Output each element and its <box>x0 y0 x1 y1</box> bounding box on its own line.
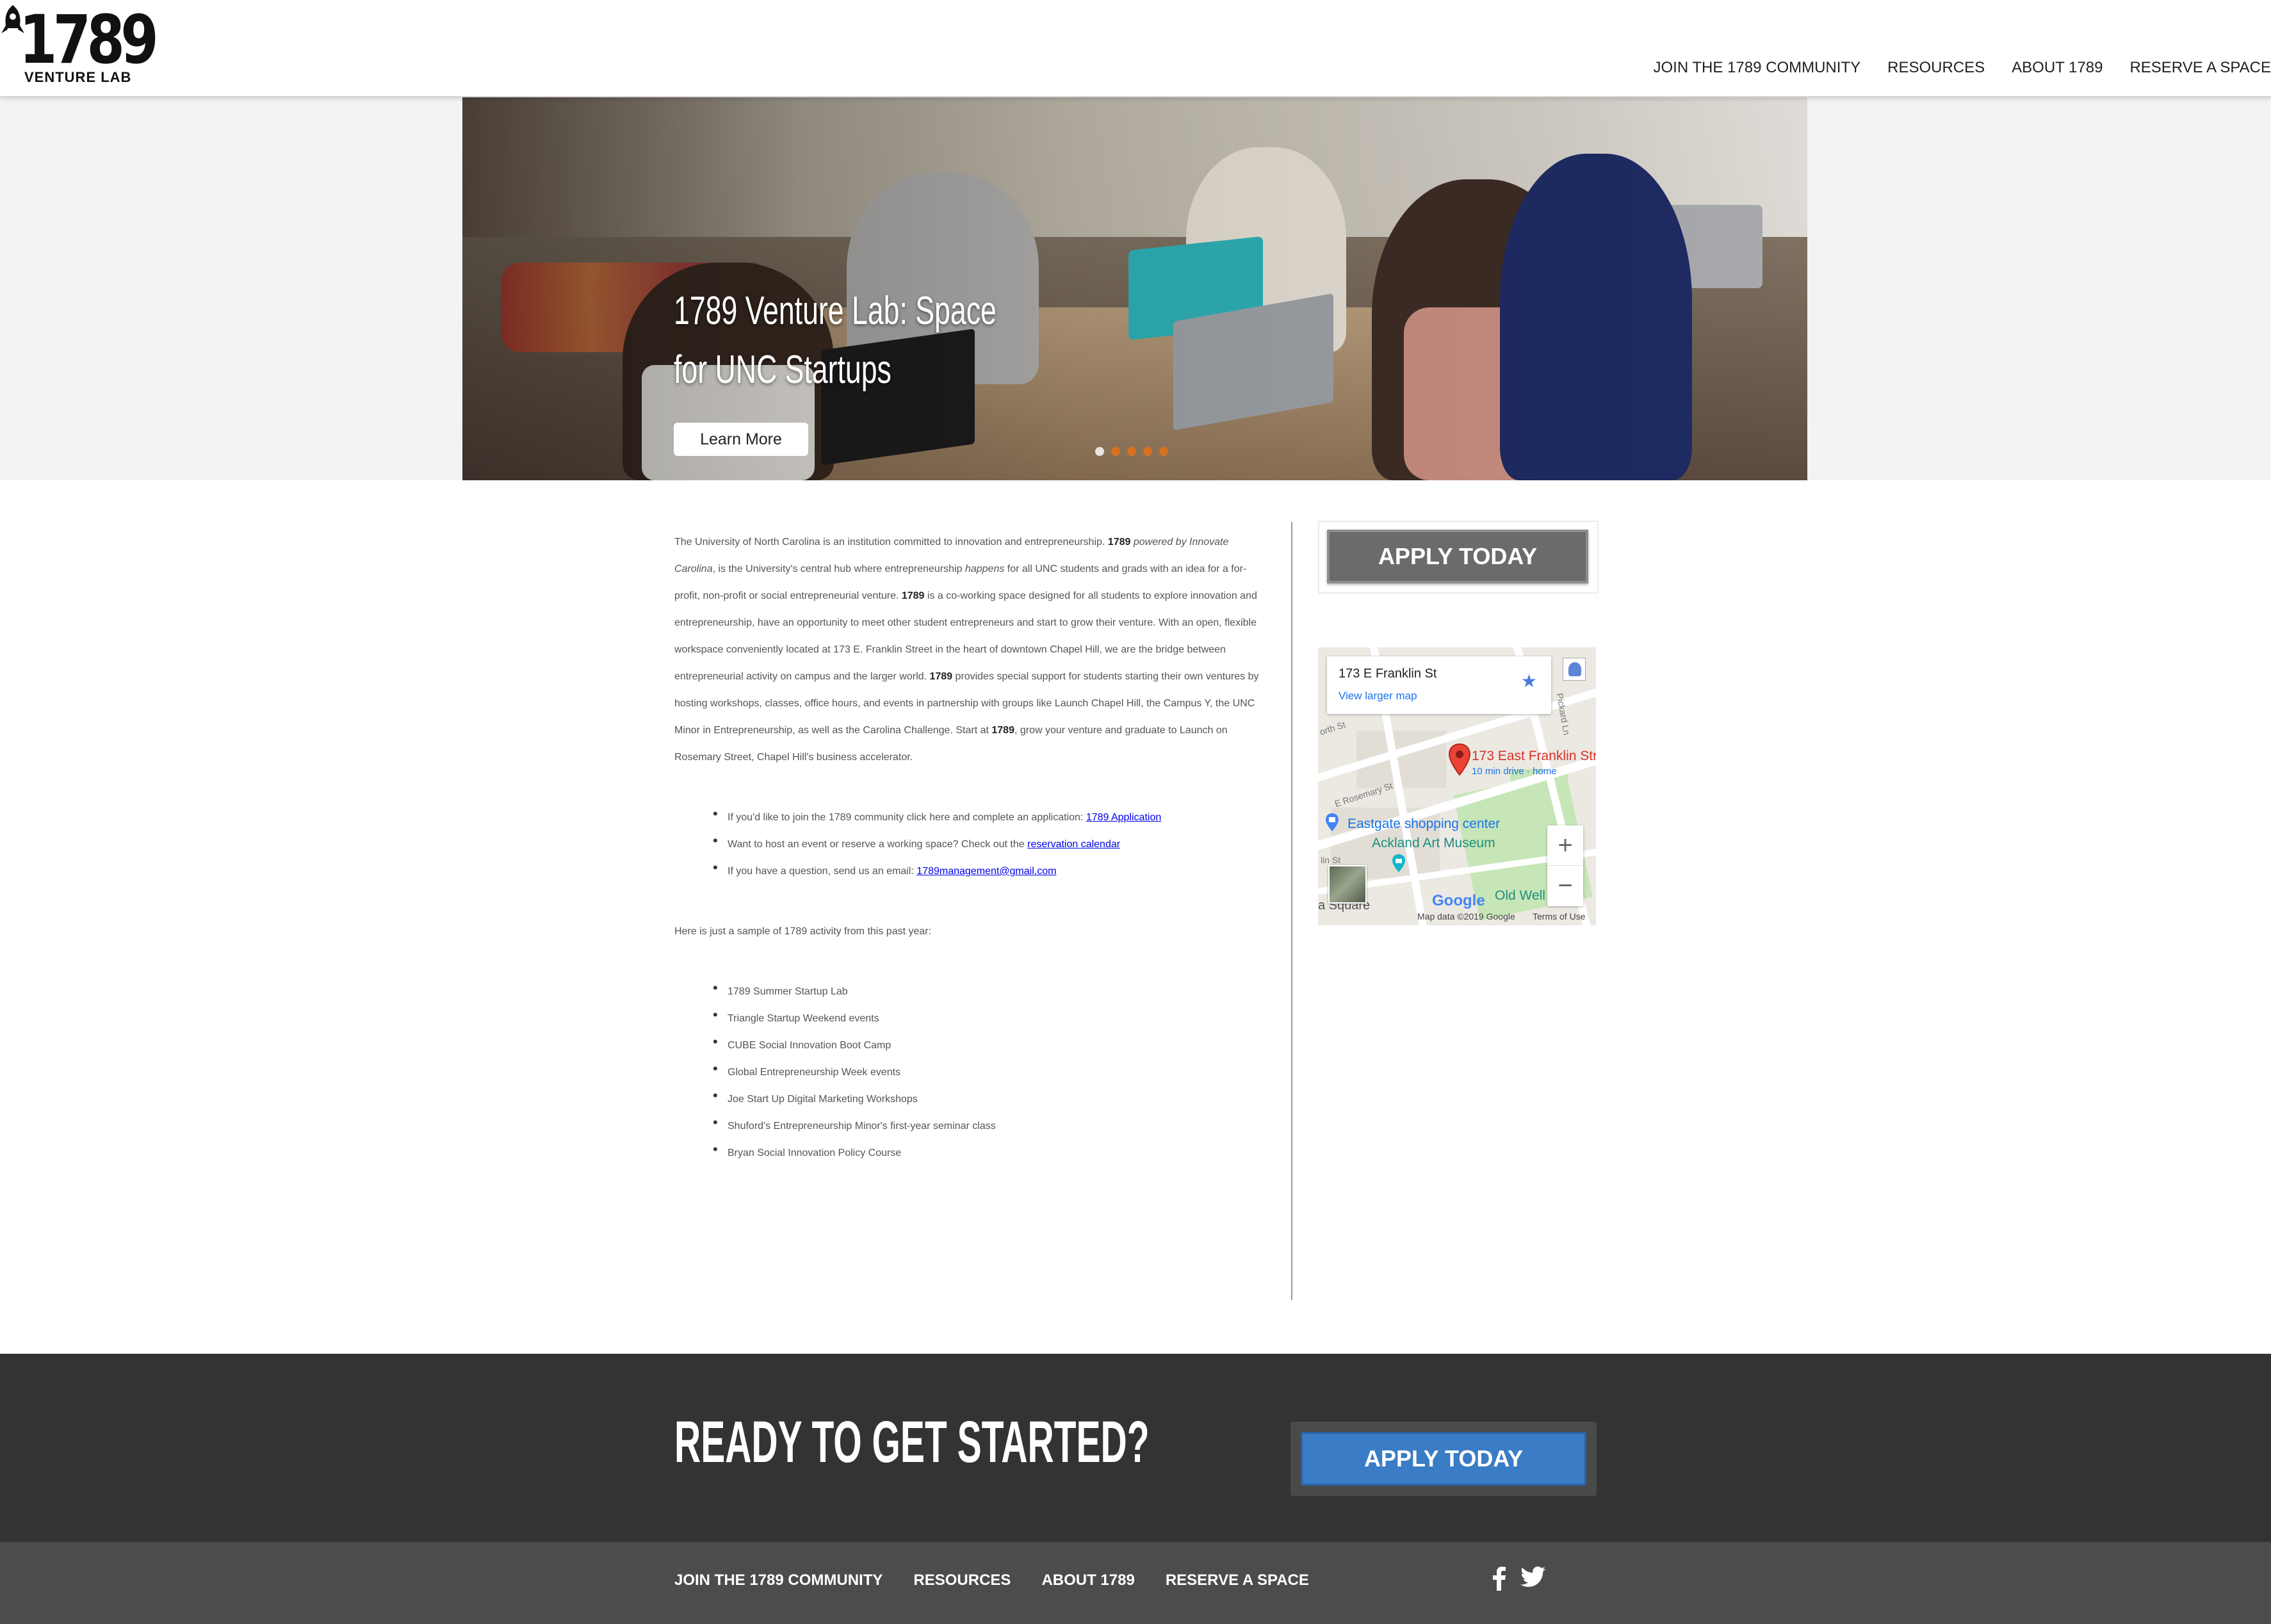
slider-dots <box>1095 447 1168 456</box>
hero-title: 1789 Venture Lab: Space for UNC Startups <box>674 289 997 392</box>
footer-link-join-community[interactable]: JOIN THE 1789 COMMUNITY <box>674 1571 883 1589</box>
list-item: Shuford's Entrepreneurship Minor's first… <box>713 1109 1270 1140</box>
sample-intro: Here is just a sample of 1789 activity f… <box>674 926 932 937</box>
list-item-text: If you have a question, send us an email… <box>728 866 917 877</box>
site-footer: JOIN THE 1789 COMMUNITY RESOURCES ABOUT … <box>0 1542 2271 1624</box>
map-pin-sublabel: 10 min drive · home <box>1472 766 1557 777</box>
main-content: The University of North Carolina is an i… <box>674 529 1270 1167</box>
intro-bold: 1789 <box>991 725 1014 736</box>
map-poi-label: Old Well <box>1495 888 1545 903</box>
learn-more-button[interactable]: Learn More <box>674 423 808 456</box>
facebook-icon[interactable] <box>1492 1566 1506 1591</box>
cta-banner: READY TO GET STARTED? APPLY TODAY <box>0 1354 2271 1542</box>
reservation-calendar-link[interactable]: reservation calendar <box>1027 839 1120 850</box>
list-item: 1789 Summer Startup Lab <box>713 975 1270 1005</box>
map-pin-icon[interactable] <box>1448 743 1471 775</box>
list-item: Joe Start Up Digital Marketing Workshops <box>713 1082 1270 1113</box>
application-link[interactable]: 1789 Application <box>1086 812 1161 823</box>
hero-slider: 1789 Venture Lab: Space for UNC Startups… <box>462 96 1807 480</box>
zoom-out-button[interactable]: − <box>1547 866 1583 905</box>
intro-bold: 1789 <box>901 590 925 601</box>
cta-button-box: APPLY TODAY <box>1290 1422 1597 1496</box>
logo-number: 1789 <box>19 1 159 79</box>
nav-reserve-space[interactable]: RESERVE A SPACE <box>2116 59 2271 77</box>
apply-today-button[interactable]: APPLY TODAY <box>1327 530 1588 583</box>
intro-bold: 1789 <box>929 671 953 682</box>
list-item-text: If you'd like to join the 1789 community… <box>728 812 1086 823</box>
main-nav: JOIN THE 1789 COMMUNITY RESOURCES ABOUT … <box>1640 59 2271 77</box>
satellite-toggle[interactable] <box>1328 865 1367 904</box>
logo[interactable]: 1789 VENTURE LAB <box>0 0 159 90</box>
nav-join-community[interactable]: JOIN THE 1789 COMMUNITY <box>1640 59 1874 77</box>
logo-subtitle: VENTURE LAB <box>24 69 132 85</box>
nav-resources[interactable]: RESOURCES <box>1874 59 1998 77</box>
zoom-in-button[interactable]: + <box>1547 825 1583 866</box>
map-terms-link[interactable]: Terms of Use <box>1533 911 1585 922</box>
map-street-label: orth St <box>1318 719 1347 737</box>
footer-nav: JOIN THE 1789 COMMUNITY RESOURCES ABOUT … <box>674 1571 1309 1589</box>
email-link[interactable]: 1789management@gmail.com <box>916 866 1056 877</box>
nav-about[interactable]: ABOUT 1789 <box>1998 59 2116 77</box>
zoom-control: + − <box>1547 825 1583 906</box>
activities-list: 1789 Summer Startup Lab Triangle Startup… <box>674 975 1270 1167</box>
intro-bold: 1789 <box>1107 537 1131 548</box>
slider-dot[interactable] <box>1095 447 1104 456</box>
slider-dot[interactable] <box>1159 447 1168 456</box>
slider-dot[interactable] <box>1111 447 1120 456</box>
map-embed[interactable]: orth St E Rosemary St Pickard Ln lin St … <box>1318 647 1596 925</box>
intro-text: , is the University's central hub where … <box>712 564 965 574</box>
map-attribution: Map data ©2019 Google <box>1417 911 1515 922</box>
site-header: 1789 VENTURE LAB JOIN THE 1789 COMMUNITY… <box>0 0 2271 97</box>
intro-text: is a co-working space designed for all s… <box>674 590 1257 682</box>
list-item: If you have a question, send us an email… <box>713 854 1270 885</box>
list-item: Bryan Social Innovation Policy Course <box>713 1136 1270 1167</box>
map-poi-label: Ackland Art Museum <box>1372 836 1495 850</box>
cta-title: READY TO GET STARTED? <box>674 1409 1150 1475</box>
google-logo: Google <box>1432 892 1485 909</box>
twitter-icon[interactable] <box>1520 1566 1546 1588</box>
map-info-card: 173 E Franklin St View larger map ★ <box>1327 656 1551 714</box>
list-item: Triangle Startup Weekend events <box>713 1002 1270 1032</box>
list-item: If you'd like to join the 1789 community… <box>713 800 1270 831</box>
links-list: If you'd like to join the 1789 community… <box>674 800 1270 885</box>
social-links <box>1492 1566 1546 1591</box>
pegman-icon[interactable] <box>1563 658 1586 681</box>
list-item: CUBE Social Innovation Boot Camp <box>713 1028 1270 1059</box>
footer-link-resources[interactable]: RESOURCES <box>913 1571 1011 1589</box>
map-street-label: lin St <box>1321 855 1341 865</box>
cta-apply-today-button[interactable]: APPLY TODAY <box>1301 1432 1586 1486</box>
save-star-icon[interactable]: ★ <box>1521 670 1537 692</box>
list-item-text: Want to host an event or reserve a worki… <box>728 839 1028 850</box>
intro-text: The University of North Carolina is an i… <box>674 537 1108 548</box>
map-address: 173 E Franklin St <box>1339 667 1437 681</box>
intro-paragraph: The University of North Carolina is an i… <box>674 529 1270 771</box>
view-larger-map-link[interactable]: View larger map <box>1339 690 1417 702</box>
list-item: Want to host an event or reserve a worki… <box>713 827 1270 858</box>
list-item: Global Entrepreneurship Week events <box>713 1055 1270 1086</box>
shopping-pin-icon <box>1326 813 1339 831</box>
slider-dot[interactable] <box>1127 447 1136 456</box>
museum-pin-icon <box>1392 854 1405 872</box>
footer-link-about[interactable]: ABOUT 1789 <box>1041 1571 1134 1589</box>
map-poi-label: Eastgate shopping center <box>1347 816 1501 831</box>
intro-italic: happens <box>965 564 1005 574</box>
sidebar-apply-box: APPLY TODAY <box>1318 521 1599 594</box>
slider-dot[interactable] <box>1143 447 1152 456</box>
footer-link-reserve-space[interactable]: RESERVE A SPACE <box>1166 1571 1309 1589</box>
map-pin-label: 173 East Franklin Stre <box>1472 749 1596 763</box>
column-divider <box>1291 522 1292 1300</box>
